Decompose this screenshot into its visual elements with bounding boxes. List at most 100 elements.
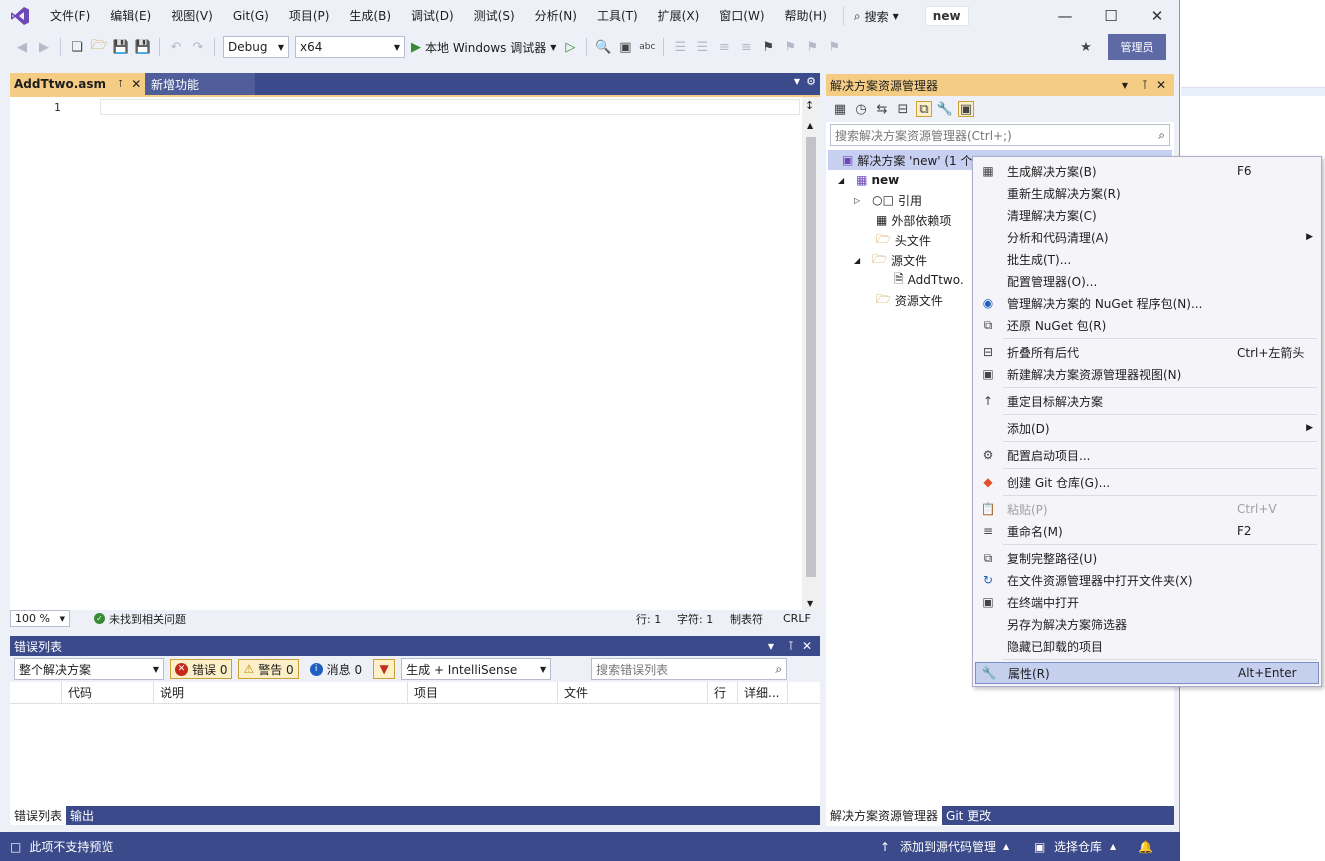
zoom-select[interactable]: 100 % ▼	[10, 610, 70, 627]
menu-config-manager[interactable]: 配置管理器(O)...	[975, 270, 1319, 292]
redo-icon[interactable]: ↷	[190, 39, 206, 55]
code-editor[interactable]: 1 ↕ ▲ ▼	[10, 95, 820, 610]
menu-create-git-repo[interactable]: ◆ 创建 Git 仓库(G)...	[975, 471, 1319, 493]
column-code[interactable]: 代码	[62, 682, 154, 703]
close-tab-icon[interactable]: ✕	[131, 77, 141, 91]
warnings-toggle[interactable]: ⚠ 警告 0	[238, 659, 299, 679]
eol-indicator[interactable]: CRLF	[783, 612, 811, 625]
pin-icon[interactable]: ⊺	[118, 79, 123, 90]
menu-collapse-all[interactable]: ⊟ 折叠所有后代 Ctrl+左箭头	[975, 341, 1319, 363]
menu-rename[interactable]: ≡ 重命名(M) F2	[975, 520, 1319, 542]
menu-manage-nuget[interactable]: ◉ 管理解决方案的 NuGet 程序包(N)...	[975, 292, 1319, 314]
properties-icon[interactable]: 🔧	[937, 101, 953, 117]
window-layout-icon[interactable]: ▣	[617, 39, 633, 55]
tree-node-source-files[interactable]: ◢ 🗁 源文件	[854, 250, 927, 270]
vertical-scrollbar[interactable]: ↕ ▲ ▼	[802, 97, 820, 610]
char-indicator[interactable]: 字符: 1	[677, 611, 713, 627]
chevron-down-icon[interactable]: ▼	[1122, 81, 1128, 90]
distribute-icon[interactable]: ☰	[694, 39, 710, 55]
scrollbar-thumb[interactable]	[806, 137, 816, 577]
close-icon[interactable]: ✕	[802, 639, 812, 653]
menu-debug[interactable]: 调试(D)	[401, 0, 464, 32]
chevron-down-icon[interactable]: ▼	[768, 642, 774, 651]
pin-icon[interactable]: ⊺	[788, 639, 794, 653]
sync-icon[interactable]: ⇆	[874, 101, 890, 117]
uncomment-icon[interactable]: ≡	[738, 39, 754, 55]
menu-build[interactable]: 生成(B)	[339, 0, 401, 32]
find-in-files-icon[interactable]: 🔍	[595, 39, 611, 55]
tab-list-dropdown-icon[interactable]: ▼	[794, 77, 800, 86]
column-line[interactable]: 行	[708, 682, 738, 703]
forward-icon[interactable]: ▶	[36, 39, 52, 55]
menu-restore-nuget[interactable]: ⧉ 还原 NuGet 包(R)	[975, 314, 1319, 336]
collapse-all-icon[interactable]: ⊟	[895, 101, 911, 117]
align-icon[interactable]: ☰	[672, 39, 688, 55]
tree-node-external-deps[interactable]: ▦ 外部依赖项	[876, 210, 951, 230]
scroll-down-icon[interactable]: ▼	[807, 599, 813, 608]
search-button[interactable]: ⌕ 搜索 ▼	[842, 6, 909, 26]
open-folder-icon[interactable]: 🗁	[91, 38, 107, 55]
show-all-files-icon[interactable]: ⧉	[916, 101, 932, 117]
menu-view[interactable]: 视图(V)	[161, 0, 223, 32]
menu-edit[interactable]: 编辑(E)	[100, 0, 161, 32]
start-debugging-button[interactable]: ▶ 本地 Windows 调试器 ▼	[411, 39, 556, 56]
tab-output[interactable]: 输出	[66, 806, 98, 825]
menu-window[interactable]: 窗口(W)	[709, 0, 774, 32]
menu-copy-full-path[interactable]: ⧉ 复制完整路径(U)	[975, 547, 1319, 569]
messages-toggle[interactable]: i 消息 0	[305, 659, 367, 679]
solution-search-input[interactable]: 搜索解决方案资源管理器(Ctrl+;) ⌕	[830, 124, 1170, 146]
tab-solution-explorer[interactable]: 解决方案资源管理器	[826, 806, 943, 825]
gear-icon[interactable]: ⚙	[806, 75, 816, 88]
menu-extensions[interactable]: 扩展(X)	[648, 0, 710, 32]
menu-project[interactable]: 项目(P)	[279, 0, 340, 32]
menu-paste[interactable]: 📋 粘贴(P) Ctrl+V	[975, 498, 1319, 520]
select-repo-button[interactable]: 选择仓库	[1054, 838, 1102, 855]
tab-git-changes[interactable]: Git 更改	[942, 806, 995, 825]
tab-whats-new[interactable]: 新增功能	[145, 73, 255, 95]
menu-file[interactable]: 文件(F)	[40, 0, 100, 32]
comment-icon[interactable]: ≡	[716, 39, 732, 55]
history-icon[interactable]: ◷	[853, 101, 869, 117]
menu-save-as-filter[interactable]: 另存为解决方案筛选器	[975, 613, 1319, 635]
column-file[interactable]: 文件	[558, 682, 708, 703]
menu-open-in-explorer[interactable]: ↻ 在文件资源管理器中打开文件夹(X)	[975, 569, 1319, 591]
next-bookmark-icon[interactable]: ⚑	[804, 39, 820, 55]
line-indicator[interactable]: 行: 1	[636, 611, 661, 627]
filter-toggle[interactable]: ▼	[373, 659, 396, 679]
tree-node-resource-files[interactable]: 🗁 资源文件	[876, 290, 943, 310]
back-icon[interactable]: ◀	[14, 39, 30, 55]
scope-select[interactable]: 整个解决方案 ▼	[14, 658, 164, 680]
minimize-icon[interactable]: —	[1042, 0, 1088, 32]
notification-bell-icon[interactable]: 🔔	[1138, 840, 1153, 854]
tab-addtwo-asm[interactable]: AddTtwo.asm ⊺ ✕	[10, 73, 145, 95]
issues-status[interactable]: 未找到相关问题	[109, 611, 186, 627]
switch-views-icon[interactable]: ▦	[832, 101, 848, 117]
menu-analyze[interactable]: 分析(N)	[525, 0, 587, 32]
prev-bookmark-icon[interactable]: ⚑	[782, 39, 798, 55]
menu-git[interactable]: Git(G)	[223, 0, 279, 32]
column-icon[interactable]	[10, 682, 62, 703]
live-share-icon[interactable]: ★	[1078, 39, 1094, 55]
menu-rebuild-solution[interactable]: 重新生成解决方案(R)	[975, 182, 1319, 204]
new-project-icon[interactable]: ❏	[69, 39, 85, 55]
scroll-up-icon[interactable]: ▲	[807, 121, 813, 130]
menu-retarget-solution[interactable]: ↑ 重定目标解决方案	[975, 390, 1319, 412]
start-without-debugging-icon[interactable]: ▷	[562, 39, 578, 55]
close-icon[interactable]: ✕	[1156, 78, 1166, 92]
error-search-input[interactable]: 搜索错误列表 ⌕	[591, 658, 788, 680]
undo-icon[interactable]: ↶	[168, 39, 184, 55]
spell-check-icon[interactable]: abc	[639, 39, 655, 55]
menu-help[interactable]: 帮助(H)	[775, 0, 837, 32]
indent-indicator[interactable]: 制表符	[730, 611, 763, 627]
add-source-control-button[interactable]: 添加到源代码管理	[900, 838, 996, 855]
admin-button[interactable]: 管理员	[1108, 34, 1166, 60]
tree-node-header-files[interactable]: 🗁 头文件	[876, 230, 931, 250]
save-all-icon[interactable]: 💾	[135, 39, 151, 55]
tree-node-addtwo-file[interactable]: 🗎 AddTtwo.	[894, 270, 964, 290]
column-description[interactable]: 说明	[154, 682, 408, 703]
close-icon[interactable]: ✕	[1134, 0, 1180, 32]
menu-new-explorer-view[interactable]: ▣ 新建解决方案资源管理器视图(N)	[975, 363, 1319, 385]
configuration-select[interactable]: Debug ▼	[223, 36, 289, 58]
pin-icon[interactable]: ⊺	[1142, 78, 1148, 92]
menu-analyze-cleanup[interactable]: 分析和代码清理(A) ▶	[975, 226, 1319, 248]
